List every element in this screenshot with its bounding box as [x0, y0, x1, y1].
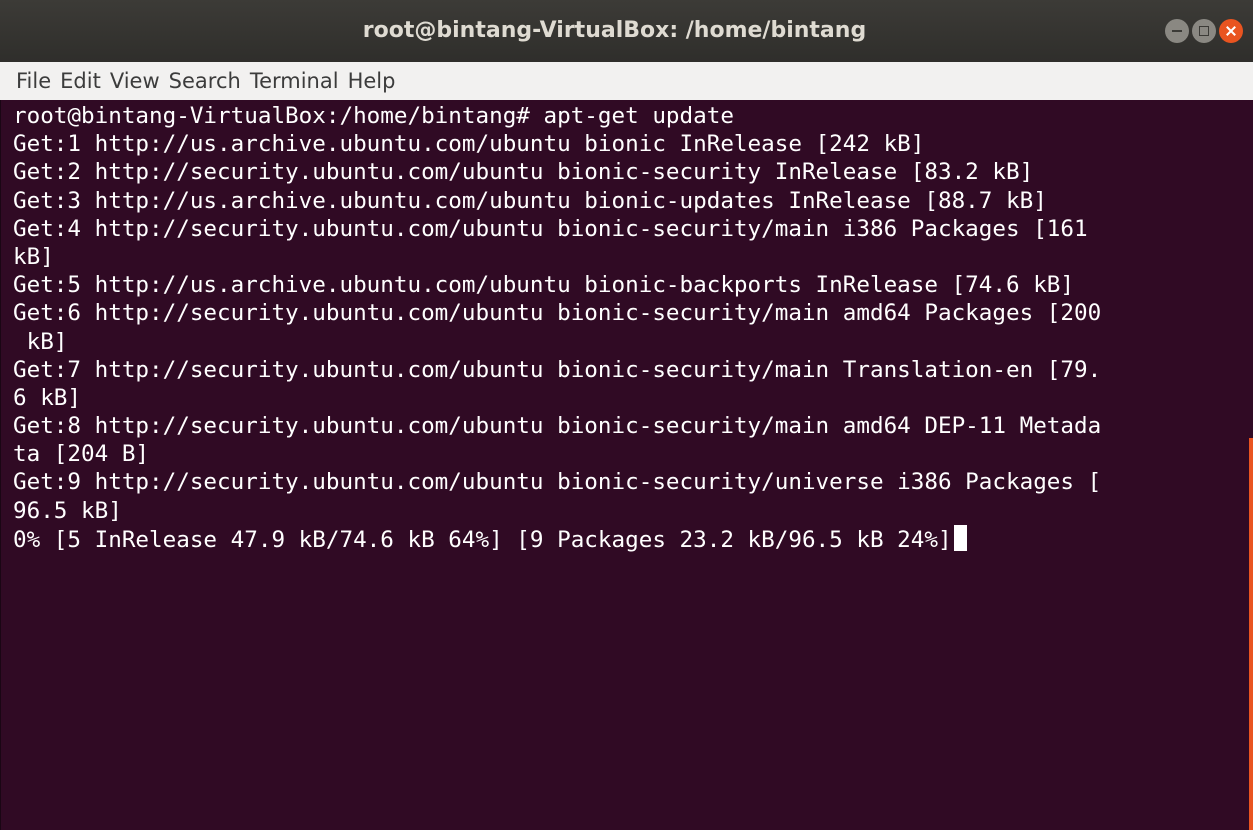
menu-view[interactable]: View	[110, 69, 160, 93]
maximize-icon[interactable]	[1192, 19, 1216, 43]
terminal-line: 96.5 kB]	[13, 497, 122, 524]
menu-help[interactable]: Help	[348, 69, 396, 93]
terminal-line: Get:7 http://security.ubuntu.com/ubuntu …	[13, 356, 1102, 383]
menu-edit[interactable]: Edit	[60, 69, 101, 93]
terminal-line: Get:1 http://us.archive.ubuntu.com/ubunt…	[13, 131, 925, 158]
scrollbar[interactable]	[1249, 438, 1253, 830]
title-bar[interactable]: root@bintang-VirtualBox: /home/bintang	[0, 0, 1253, 62]
terminal-line: Get:6 http://security.ubuntu.com/ubuntu …	[13, 300, 1102, 327]
window-title: root@bintang-VirtualBox: /home/bintang	[362, 18, 867, 43]
terminal-line: Get:4 http://security.ubuntu.com/ubuntu …	[13, 215, 1088, 242]
terminal-line: ta [204 B]	[13, 441, 150, 468]
terminal-line: Get:8 http://security.ubuntu.com/ubuntu …	[13, 413, 1102, 440]
terminal-line: root@bintang-VirtualBox:/home/bintang# a…	[13, 103, 734, 129]
terminal-line: Get:9 http://security.ubuntu.com/ubuntu …	[13, 469, 1102, 496]
window-controls	[1165, 19, 1243, 45]
terminal-line: kB]	[13, 328, 68, 355]
terminal-progress-line: 0% [5 InRelease 47.9 kB/74.6 kB 64%] [9 …	[13, 524, 1253, 553]
menu-file[interactable]: File	[16, 69, 51, 93]
terminal-output[interactable]: root@bintang-VirtualBox:/home/bintang# a…	[0, 100, 1253, 830]
text-cursor	[953, 524, 967, 551]
terminal-window: root@bintang-VirtualBox: /home/bintang F…	[0, 0, 1253, 830]
minimize-icon[interactable]	[1165, 19, 1189, 43]
terminal-line: Get:5 http://us.archive.ubuntu.com/ubunt…	[13, 272, 1075, 299]
menu-bar: File Edit View Search Terminal Help	[0, 62, 1253, 100]
terminal-line: Get:2 http://security.ubuntu.com/ubuntu …	[13, 159, 1034, 186]
close-icon[interactable]	[1219, 19, 1243, 43]
terminal-line: kB]	[13, 243, 54, 270]
menu-search[interactable]: Search	[169, 69, 241, 93]
menu-terminal[interactable]: Terminal	[250, 69, 339, 93]
terminal-line: Get:3 http://us.archive.ubuntu.com/ubunt…	[13, 187, 1047, 214]
progress-text: 0% [5 InRelease 47.9 kB/74.6 kB 64%] [9 …	[13, 526, 952, 553]
terminal-line: 6 kB]	[13, 384, 82, 411]
